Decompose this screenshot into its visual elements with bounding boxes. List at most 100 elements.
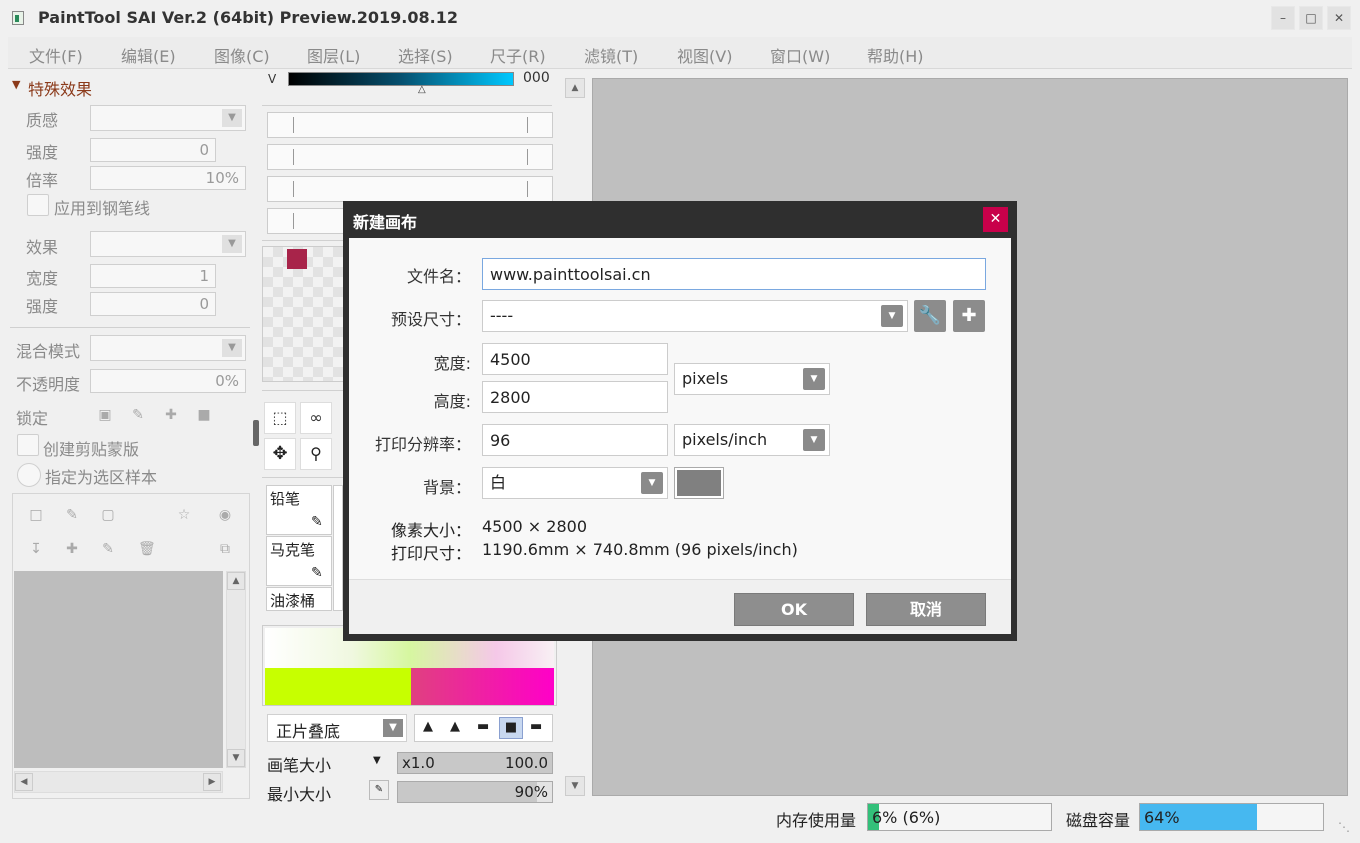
scroll-down-icon[interactable]: ▼	[565, 776, 585, 796]
filename-input[interactable]	[482, 258, 986, 290]
brush-size-label: 画笔大小	[267, 756, 332, 775]
menu-edit[interactable]: 编辑(E)	[121, 43, 176, 67]
close-icon[interactable]: ✕	[983, 207, 1008, 232]
width-input[interactable]	[482, 343, 668, 375]
v-value: 000	[523, 70, 550, 86]
lock-transparency-icon[interactable]: ▣	[97, 407, 113, 423]
move-icon[interactable]: ✥	[264, 438, 296, 470]
mixer-green[interactable]	[265, 668, 411, 705]
plus-icon[interactable]: ✚	[953, 300, 985, 332]
maximize-icon[interactable]: □	[1299, 6, 1323, 30]
menu-help[interactable]: 帮助(H)	[867, 43, 924, 67]
print-size-label: 打印尺寸：	[391, 544, 472, 563]
lock-move-icon[interactable]: ✚	[163, 407, 179, 423]
menu-file[interactable]: 文件(F)	[29, 43, 83, 67]
zoom-icon[interactable]: ⚲	[300, 438, 332, 470]
layer-effect-icon[interactable]: ☆	[176, 507, 192, 523]
new-linework-icon[interactable]: ✎	[64, 507, 80, 523]
strength-label: 强度	[26, 143, 59, 162]
resize-grip-icon[interactable]: ⋱	[1338, 820, 1350, 834]
texture-select[interactable]: ▼	[90, 105, 246, 131]
width-field[interactable]: 1	[90, 264, 216, 288]
selection-source-checkbox[interactable]	[17, 463, 41, 487]
app-icon	[12, 11, 24, 25]
new-folder-icon[interactable]: ▢	[100, 507, 116, 523]
minimize-icon[interactable]: –	[1271, 6, 1295, 30]
collapse-triangle-icon[interactable]: ▼	[12, 78, 20, 91]
lock-all-icon[interactable]: ■	[196, 407, 212, 423]
layer-list-hscrollbar[interactable]: ◀ ▶	[14, 771, 223, 793]
memory-bar: 6% (6%)	[867, 803, 1052, 831]
effect-select[interactable]: ▼	[90, 231, 246, 257]
brush-blend-select[interactable]: 正片叠底 ▼	[267, 714, 407, 742]
layer-list[interactable]	[14, 571, 223, 768]
clip-mask-checkbox[interactable]	[17, 434, 39, 456]
mixer-magenta[interactable]	[411, 668, 554, 705]
menu-ruler[interactable]: 尺子(R)	[490, 43, 546, 67]
color-slider-2[interactable]	[267, 144, 553, 170]
resolution-input[interactable]	[482, 424, 668, 456]
menu-view[interactable]: 视图(V)	[677, 43, 732, 67]
panel-splitter[interactable]	[253, 420, 259, 446]
delete-layer-icon[interactable]: 🗑	[138, 541, 156, 557]
cancel-button[interactable]: 取消	[866, 593, 986, 626]
opacity-field[interactable]: 0%	[90, 369, 246, 393]
menu-select[interactable]: 选择(S)	[398, 43, 453, 67]
brush-blend-value: 正片叠底	[276, 722, 341, 741]
strength2-label: 强度	[26, 297, 59, 316]
ok-button[interactable]: OK	[734, 593, 854, 626]
color-slider-1[interactable]	[267, 112, 553, 138]
rect-select-icon[interactable]: ⬚	[264, 402, 296, 434]
brush-marker[interactable]: 马克笔 ✎	[266, 536, 332, 586]
apply-pen-checkbox[interactable]	[27, 194, 49, 216]
background-value: 白	[490, 473, 507, 492]
scroll-up-icon[interactable]: ▲	[227, 572, 245, 590]
effects-header: 特殊效果	[28, 80, 93, 99]
color-slider-3[interactable]	[267, 176, 553, 202]
merge-down-icon[interactable]: ↧	[28, 541, 44, 557]
shape-4-icon[interactable]: ■	[499, 717, 523, 739]
lock-paint-icon[interactable]: ✎	[130, 407, 146, 423]
height-input[interactable]	[482, 381, 668, 413]
strength-field[interactable]: 0	[90, 138, 216, 162]
scroll-down-icon[interactable]: ▼	[227, 749, 245, 767]
menu-layer[interactable]: 图层(L)	[307, 43, 360, 67]
effect-label: 效果	[26, 238, 59, 257]
color-swatch[interactable]	[287, 249, 307, 269]
mask-icon[interactable]: ◉	[217, 507, 233, 523]
scroll-right-icon[interactable]: ▶	[203, 773, 221, 791]
shape-5-icon[interactable]: ▬	[530, 719, 542, 734]
add-layer-icon[interactable]: ✚	[64, 541, 80, 557]
value-gradient-slider[interactable]	[288, 72, 514, 86]
brush-bucket[interactable]: 油漆桶	[266, 587, 332, 611]
unit-select[interactable]: pixels ▼	[674, 363, 830, 395]
wrench-icon[interactable]: 🔧	[914, 300, 946, 332]
opacity-label: 不透明度	[16, 375, 81, 394]
shape-1-icon[interactable]: ▲	[423, 719, 433, 734]
clear-layer-icon[interactable]: ✎	[100, 541, 116, 557]
duplicate-icon[interactable]: ⧉	[217, 541, 233, 557]
background-color-button[interactable]	[674, 467, 724, 499]
shape-2-icon[interactable]: ▲	[450, 719, 460, 734]
layer-list-scrollbar[interactable]: ▲ ▼	[226, 571, 246, 768]
pressure-icon[interactable]: ✎	[369, 780, 389, 800]
lasso-icon[interactable]: ∞	[300, 402, 332, 434]
scale-field[interactable]: 10%	[90, 166, 246, 190]
preset-select[interactable]: ---- ▼	[482, 300, 908, 332]
scroll-left-icon[interactable]: ◀	[15, 773, 33, 791]
strength2-field[interactable]: 0	[90, 292, 216, 316]
background-select[interactable]: 白 ▼	[482, 467, 668, 499]
new-layer-icon[interactable]: □	[28, 507, 44, 523]
brush-size-mult: x1.0	[402, 754, 435, 772]
blend-mode-select[interactable]: ▼	[90, 335, 246, 361]
close-icon[interactable]: ✕	[1327, 6, 1351, 30]
shape-3-icon[interactable]: ▬	[477, 719, 489, 734]
menu-window[interactable]: 窗口(W)	[770, 43, 830, 67]
brush-pencil[interactable]: 铅笔 ✎	[266, 485, 332, 535]
scroll-up-icon[interactable]: ▲	[565, 78, 585, 98]
menu-image[interactable]: 图像(C)	[214, 43, 270, 67]
resolution-unit-select[interactable]: pixels/inch ▼	[674, 424, 830, 456]
menu-filter[interactable]: 滤镜(T)	[584, 43, 638, 67]
brush-size-field[interactable]: x1.0 100.0	[397, 752, 553, 774]
chevron-down-icon[interactable]: ▼	[373, 755, 381, 766]
